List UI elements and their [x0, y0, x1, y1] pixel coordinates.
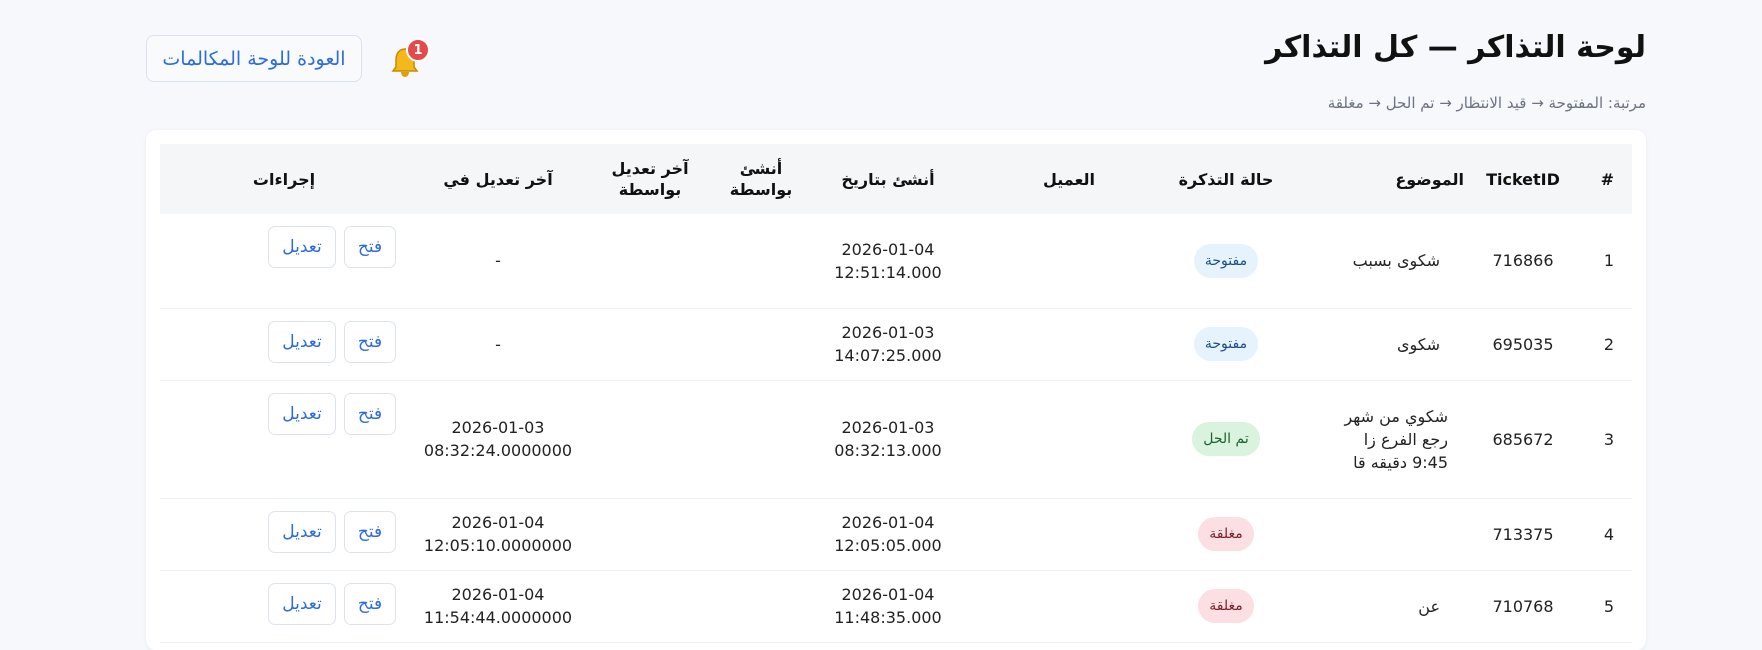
- subject-text: شكوى: [1396, 334, 1440, 354]
- customer-cell: [966, 214, 1172, 309]
- tickets-card: # TicketID الموضوع حالة التذكرة العميل أ…: [146, 130, 1646, 650]
- page-title: لوحة التذاكر — كل التذاكر: [1265, 30, 1646, 65]
- column-header-modified-at[interactable]: آخر تعديل في: [408, 144, 588, 214]
- column-header-actions: إجراءات: [160, 144, 408, 214]
- tickets-table: # TicketID الموضوع حالة التذكرة العميل أ…: [160, 144, 1632, 643]
- status-badge: مغلقة: [1198, 589, 1254, 623]
- table-row: 4 713375 مغلقة 2026-01-04 12:05:05.000 2026-…: [160, 498, 1632, 571]
- edit-ticket-button[interactable]: تعديل: [268, 226, 336, 268]
- created-at-cell: 2026-01-04 11:48:35.000: [810, 570, 966, 643]
- modified-by-cell: [588, 214, 712, 309]
- status-badge: تم الحل: [1192, 422, 1260, 456]
- row-number: 1: [1576, 214, 1632, 309]
- open-ticket-button[interactable]: فتح: [344, 392, 396, 435]
- created-by-cell: [712, 570, 810, 643]
- subject-text: شكوي من شهر رجع الفرع زا 9:45 دقيقه قا: [1344, 406, 1448, 472]
- subject-cell: شكوى: [1280, 308, 1470, 381]
- modified-by-cell: [588, 308, 712, 381]
- status-badge: مفتوحة: [1193, 243, 1259, 278]
- open-ticket-button[interactable]: فتح: [344, 226, 396, 268]
- actions-cell: فتح تعديل: [160, 308, 408, 381]
- table-header-row: # TicketID الموضوع حالة التذكرة العميل أ…: [160, 144, 1632, 214]
- column-header-modified-by[interactable]: آخر تعديل بواسطة: [588, 144, 712, 214]
- modified-at-cell: -: [408, 214, 588, 309]
- row-number: 2: [1576, 308, 1632, 381]
- created-by-cell: [712, 498, 810, 571]
- created-by-cell: [712, 214, 810, 309]
- subject-text: عن: [1418, 596, 1440, 616]
- edit-ticket-button[interactable]: تعديل: [268, 392, 336, 435]
- status-cell: مغلقة: [1172, 498, 1280, 571]
- subject-text: شكوى بسبب: [1352, 251, 1440, 271]
- edit-ticket-button[interactable]: تعديل: [268, 320, 336, 363]
- edit-ticket-button[interactable]: تعديل: [268, 510, 336, 553]
- row-actions: فتح تعديل: [164, 320, 404, 363]
- actions-cell: فتح تعديل: [160, 380, 408, 499]
- subject-cell: عن: [1280, 570, 1470, 643]
- ticket-id-cell: 713375: [1470, 498, 1576, 571]
- customer-cell: [966, 498, 1172, 571]
- status-cell: مفتوحة: [1172, 308, 1280, 381]
- table-row: 1 716866 شكوى بسبب مفتوحة 2026-01-04 12:51:1…: [160, 214, 1632, 309]
- back-to-calls-dashboard-button[interactable]: العودة للوحة المكالمات: [146, 35, 362, 82]
- created-at-cell: 2026-01-04 12:51:14.000: [810, 214, 966, 309]
- modified-at-cell: -: [408, 308, 588, 381]
- subject-cell: [1280, 498, 1470, 571]
- open-ticket-button[interactable]: فتح: [344, 320, 396, 363]
- column-header-ticket-id[interactable]: TicketID: [1470, 144, 1576, 214]
- open-ticket-button[interactable]: فتح: [344, 582, 396, 625]
- modified-at-cell: 2026-01-04 11:54:44.0000000: [408, 570, 588, 643]
- row-actions: فتح تعديل: [164, 510, 404, 553]
- table-row: 3 685672 شكوي من شهر رجع الفرع زا 9:45 دقي…: [160, 380, 1632, 499]
- table-row: 5 710768 عن مغلقة 2026-01-04 11:48:35.000 202…: [160, 570, 1632, 643]
- row-number: 4: [1576, 498, 1632, 571]
- status-badge: مغلقة: [1198, 517, 1254, 551]
- status-badge: مفتوحة: [1193, 327, 1259, 361]
- status-cell: مفتوحة: [1172, 214, 1280, 309]
- actions-cell: فتح تعديل: [160, 498, 408, 571]
- modified-at-cell: 2026-01-04 12:05:10.0000000: [408, 498, 588, 571]
- column-header-created-by[interactable]: أنشئ بواسطة: [712, 144, 810, 214]
- created-at-cell: 2026-01-04 12:05:05.000: [810, 498, 966, 571]
- actions-cell: فتح تعديل: [160, 570, 408, 643]
- status-cell: تم الحل: [1172, 380, 1280, 499]
- modified-by-cell: [588, 570, 712, 643]
- row-actions: فتح تعديل: [164, 582, 404, 625]
- row-actions: فتح تعديل: [164, 226, 404, 268]
- ticket-id-cell: 685672: [1470, 380, 1576, 499]
- customer-cell: [966, 308, 1172, 381]
- ticket-id-cell: 695035: [1470, 308, 1576, 381]
- subject-cell: شكوي من شهر رجع الفرع زا 9:45 دقيقه قا: [1280, 380, 1470, 499]
- column-header-num: #: [1576, 144, 1632, 214]
- column-header-subject[interactable]: الموضوع: [1280, 144, 1470, 214]
- ticket-id-cell: 710768: [1470, 570, 1576, 643]
- open-ticket-button[interactable]: فتح: [344, 510, 396, 553]
- subject-cell: شكوى بسبب: [1280, 214, 1470, 309]
- created-by-cell: [712, 380, 810, 499]
- status-cell: مغلقة: [1172, 570, 1280, 643]
- page-header: لوحة التذاكر — كل التذاكر مرتبة: المفتوح…: [146, 28, 1646, 118]
- column-header-status[interactable]: حالة التذكرة: [1172, 144, 1280, 214]
- notifications-button[interactable]: 1: [386, 38, 430, 82]
- sort-order-note: مرتبة: المفتوحة → قيد الانتظار → تم الحل…: [1327, 94, 1646, 112]
- modified-at-cell: 2026-01-03 08:32:24.0000000: [408, 380, 588, 499]
- created-by-cell: [712, 308, 810, 381]
- customer-cell: [966, 380, 1172, 499]
- column-header-customer[interactable]: العميل: [966, 144, 1172, 214]
- ticket-id-cell: 716866: [1470, 214, 1576, 309]
- modified-by-cell: [588, 498, 712, 571]
- actions-cell: فتح تعديل: [160, 214, 408, 309]
- row-actions: فتح تعديل: [164, 392, 404, 435]
- customer-cell: [966, 570, 1172, 643]
- modified-by-cell: [588, 380, 712, 499]
- edit-ticket-button[interactable]: تعديل: [268, 582, 336, 625]
- notification-count-badge: 1: [406, 38, 430, 62]
- column-header-created-at[interactable]: أنشئ بتاريخ: [810, 144, 966, 214]
- row-number: 5: [1576, 570, 1632, 643]
- created-at-cell: 2026-01-03 14:07:25.000: [810, 308, 966, 381]
- created-at-cell: 2026-01-03 08:32:13.000: [810, 380, 966, 499]
- table-row: 2 695035 شكوى مفتوحة 2026-01-03 14:07:25.000…: [160, 308, 1632, 381]
- row-number: 3: [1576, 380, 1632, 499]
